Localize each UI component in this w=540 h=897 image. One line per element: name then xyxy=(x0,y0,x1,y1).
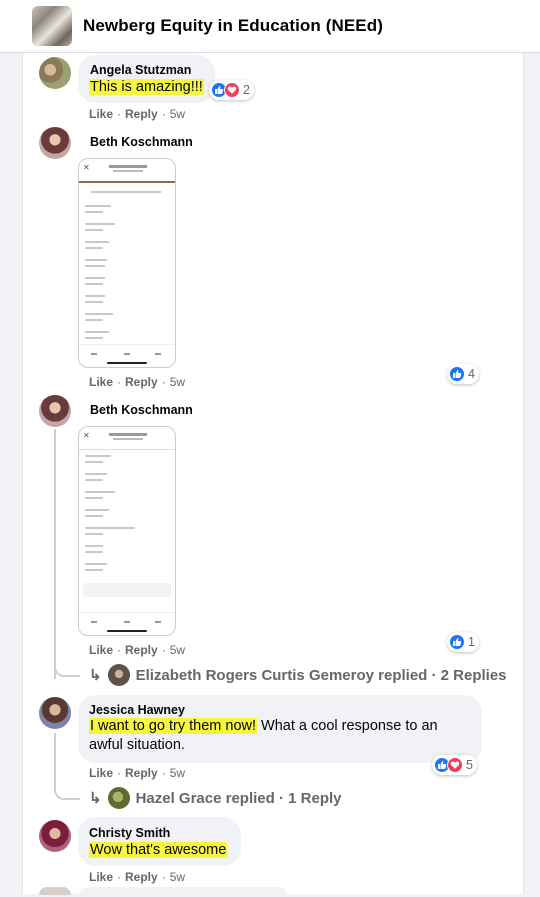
comment-text: Wow that's awesome xyxy=(89,841,228,860)
comment-author[interactable]: Beth Koschmann xyxy=(90,403,193,417)
comment-time[interactable]: 5w xyxy=(170,107,185,121)
replies-text: Hazel Grace replied · 1 Reply xyxy=(135,789,342,807)
comment-time[interactable]: 5w xyxy=(170,766,185,780)
comment-text-line2: awful situation. xyxy=(89,737,185,753)
comment-actions: Like · Reply · 5w xyxy=(89,107,186,121)
reply-arrow-icon: ↳ xyxy=(89,790,102,807)
view-replies-link[interactable]: ↳ Hazel Grace replied · 1 Reply xyxy=(89,787,342,809)
reactions-badge[interactable]: 5 xyxy=(432,755,477,775)
group-photo-icon[interactable] xyxy=(32,6,72,46)
avatar xyxy=(107,664,130,686)
attachment-image[interactable]: ✕ xyxy=(78,158,176,368)
comment-author[interactable]: Angela Stutzman xyxy=(90,63,191,77)
comment-actions: Like · Reply · 5w xyxy=(89,766,186,780)
comment-time[interactable]: 5w xyxy=(170,870,185,884)
thread-connector xyxy=(54,653,80,677)
like-reaction-icon xyxy=(449,634,465,650)
comment-author[interactable]: Christy Smith xyxy=(89,826,170,840)
reply-arrow-icon: ↳ xyxy=(89,667,102,684)
reaction-count: 4 xyxy=(468,367,475,381)
reactions-badge[interactable]: 4 xyxy=(447,364,479,384)
reaction-count: 1 xyxy=(468,635,475,649)
like-link[interactable]: Like xyxy=(89,107,113,121)
highlighted-text: This is amazing!!! xyxy=(89,79,204,95)
love-reaction-icon xyxy=(224,82,240,98)
reactions-badge[interactable]: 2 xyxy=(209,80,254,100)
reactions-badge[interactable]: 1 xyxy=(447,632,479,652)
reply-link[interactable]: Reply xyxy=(125,870,158,884)
comment-text-rest: What a cool response to an xyxy=(257,718,438,734)
avatar[interactable] xyxy=(39,820,71,852)
reaction-count: 5 xyxy=(466,758,473,772)
comment-text: I want to go try them now! What a cool r… xyxy=(89,717,438,736)
thread-connector xyxy=(54,733,80,800)
comment-actions: Like · Reply · 5w xyxy=(89,870,186,884)
view-replies-link[interactable]: ↳ Elizabeth Rogers Curtis Gemeroy replie… xyxy=(89,664,507,686)
highlighted-text: I want to go try them now! xyxy=(89,718,258,734)
avatar[interactable] xyxy=(39,395,71,427)
comments-feed: Angela Stutzman This is amazing!!! 2 Lik… xyxy=(22,53,524,897)
like-link[interactable]: Like xyxy=(89,870,113,884)
thread-line xyxy=(54,429,56,679)
reaction-count: 2 xyxy=(243,83,250,97)
comment-actions: Like · Reply · 5w xyxy=(89,643,186,657)
comment-time[interactable]: 5w xyxy=(170,375,185,389)
avatar[interactable] xyxy=(39,57,71,89)
reply-link[interactable]: Reply xyxy=(125,107,158,121)
avatar[interactable] xyxy=(39,697,71,729)
reply-link[interactable]: Reply xyxy=(125,643,158,657)
reply-link[interactable]: Reply xyxy=(125,766,158,780)
avatar xyxy=(107,787,130,809)
like-link[interactable]: Like xyxy=(89,766,113,780)
replies-text: Elizabeth Rogers Curtis Gemeroy replied … xyxy=(135,666,507,684)
like-link[interactable]: Like xyxy=(89,643,113,657)
reply-link[interactable]: Reply xyxy=(125,375,158,389)
avatar[interactable] xyxy=(39,127,71,159)
comment-bubble xyxy=(78,887,288,897)
attachment-image[interactable]: ✕ xyxy=(78,426,176,636)
highlighted-text: Wow that's awesome xyxy=(89,842,228,858)
comment-author[interactable]: Jessica Hawney xyxy=(89,703,185,717)
like-link[interactable]: Like xyxy=(89,375,113,389)
group-title[interactable]: Newberg Equity in Education (NEEd) xyxy=(83,16,383,36)
comment-text: This is amazing!!! xyxy=(89,78,204,97)
comment-actions: Like · Reply · 5w xyxy=(89,375,186,389)
comment-time[interactable]: 5w xyxy=(170,643,185,657)
comment-author[interactable]: Beth Koschmann xyxy=(90,135,193,149)
love-reaction-icon xyxy=(447,757,463,773)
group-header: Newberg Equity in Education (NEEd) xyxy=(0,0,540,53)
like-reaction-icon xyxy=(449,366,465,382)
